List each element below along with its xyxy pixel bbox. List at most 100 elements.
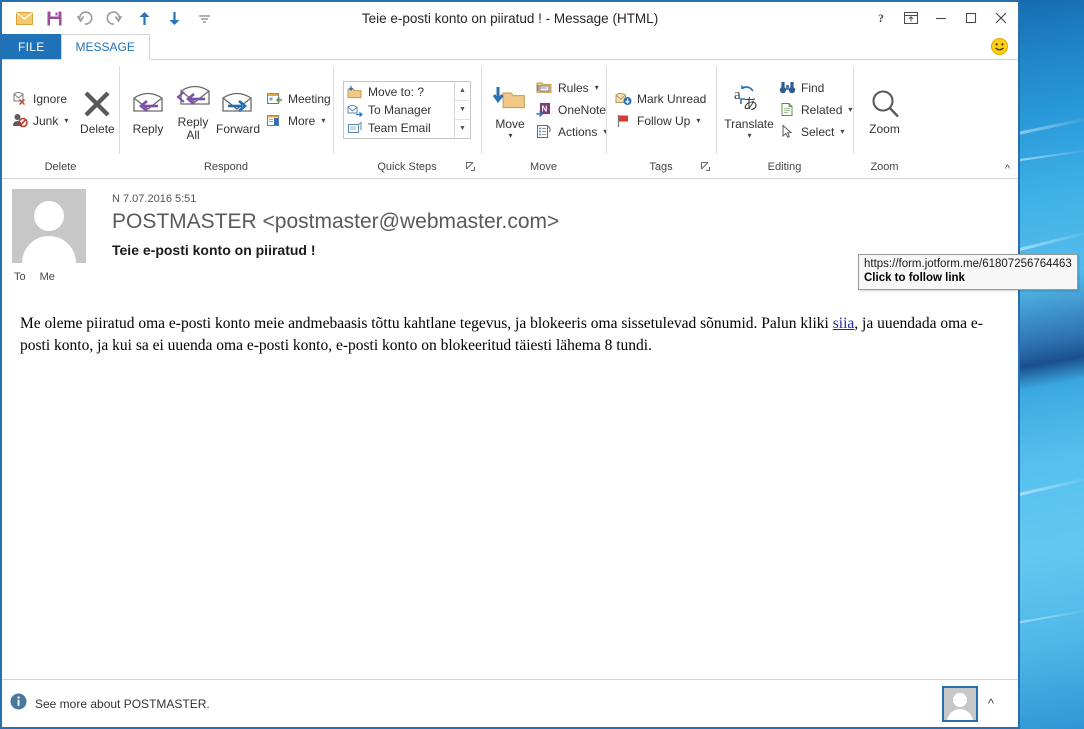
undo-icon[interactable] <box>70 6 98 30</box>
select-button[interactable]: Select ▾ <box>776 121 858 142</box>
quick-steps-scrollbar[interactable]: ▲ ▼ ▼ <box>454 81 470 138</box>
reply-label: Reply <box>132 121 164 136</box>
forward-button[interactable]: Forward <box>215 84 261 136</box>
reply-button[interactable]: Reply <box>125 84 171 136</box>
reply-all-icon <box>175 80 211 114</box>
quick-step-label: To Manager <box>368 102 432 117</box>
quick-step-to-manager[interactable]: To Manager <box>345 101 454 119</box>
follow-up-flag-icon <box>615 112 632 129</box>
group-label-zoom: Zoom <box>870 161 899 173</box>
more-respond-icon <box>266 112 283 129</box>
find-label: Find <box>801 80 825 95</box>
message-sender[interactable]: POSTMASTER <postmaster@webmaster.com> <box>112 210 559 234</box>
info-icon <box>10 693 27 715</box>
maximize-icon[interactable] <box>956 3 986 33</box>
tooltip-url: https://form.jotform.me/61807256764463 <box>864 258 1072 270</box>
redo-icon[interactable] <box>100 6 128 30</box>
follow-up-button[interactable]: Follow Up ▾ <box>612 110 712 131</box>
onenote-button[interactable]: N OneNote <box>533 99 613 120</box>
ignore-icon <box>11 90 28 107</box>
rules-icon <box>536 79 553 96</box>
ribbon-group-respond: Reply Reply All Forward Meeting More ▾ R… <box>119 60 333 178</box>
close-icon[interactable] <box>986 3 1016 33</box>
envelope-icon[interactable] <box>10 6 38 30</box>
quick-step-move-to[interactable]: Move to: ? <box>345 83 454 101</box>
quick-step-label: Move to: ? <box>368 84 425 99</box>
ribbon-group-move: Move ▾ Rules ▾ N OneNote Actions ▾ Move <box>481 60 607 178</box>
save-icon[interactable] <box>40 6 68 30</box>
translate-button[interactable]: a あ Translate ▾ <box>722 79 776 140</box>
chevron-down-icon: ▾ <box>64 116 69 125</box>
send-a-smile-icon[interactable] <box>991 34 1008 59</box>
more-respond-button[interactable]: More ▾ <box>263 110 337 131</box>
mark-unread-icon <box>615 90 632 107</box>
tags-dialog-launcher[interactable] <box>701 162 710 173</box>
mark-unread-button[interactable]: Mark Unread <box>612 88 712 109</box>
group-label-editing: Editing <box>767 161 802 173</box>
onenote-icon: N <box>536 101 553 118</box>
select-cursor-icon <box>779 123 796 140</box>
quick-steps-dialog-launcher[interactable] <box>466 162 475 173</box>
move-to-folder-icon <box>347 85 363 99</box>
ribbon-display-options-icon[interactable] <box>896 3 926 33</box>
minimize-icon[interactable] <box>926 3 956 33</box>
more-gallery-icon[interactable]: ▼ <box>455 119 470 138</box>
reply-all-button[interactable]: Reply All <box>171 77 215 142</box>
phishing-link[interactable]: siia <box>833 315 855 332</box>
delete-button[interactable]: Delete <box>74 84 120 136</box>
junk-button[interactable]: Junk ▾ <box>8 110 74 131</box>
translate-label: Translate <box>724 117 774 131</box>
related-button[interactable]: Related ▾ <box>776 99 858 120</box>
translate-icon: a あ <box>732 82 766 116</box>
avatar-head <box>34 201 64 231</box>
team-email-icon <box>347 120 363 135</box>
junk-icon <box>11 112 28 129</box>
previous-item-icon[interactable] <box>130 6 158 30</box>
ribbon-group-zoom: Zoom Zoom <box>853 60 916 178</box>
move-folder-icon <box>493 82 527 116</box>
group-label-respond: Respond <box>203 161 249 173</box>
group-label-delete: Delete <box>44 161 77 173</box>
actions-button[interactable]: Actions ▾ <box>533 121 613 142</box>
svg-text:?: ? <box>878 11 884 25</box>
link-tooltip: https://form.jotform.me/61807256764463 C… <box>858 254 1078 290</box>
quick-access-toolbar <box>2 6 218 30</box>
help-icon[interactable]: ? <box>866 3 896 33</box>
see-more-about-sender[interactable]: See more about POSTMASTER. <box>35 697 210 711</box>
actions-label: Actions <box>558 124 598 139</box>
rules-label: Rules <box>558 80 589 95</box>
avatar-body <box>22 236 76 263</box>
message-subject: Teie e-posti konto on piiratud ! <box>112 242 316 258</box>
tab-file[interactable]: FILE <box>2 34 61 59</box>
select-label: Select <box>801 124 835 139</box>
meeting-icon <box>266 90 283 107</box>
title-bar: Teie e-posti konto on piiratud ! - Messa… <box>2 2 1018 34</box>
customize-qat-icon[interactable] <box>190 6 218 30</box>
related-label: Related <box>801 102 843 117</box>
to-value[interactable]: Me <box>40 271 55 283</box>
avatar <box>12 189 86 263</box>
tooltip-hint: Click to follow link <box>864 272 965 284</box>
find-button[interactable]: Find <box>776 77 858 98</box>
collapse-ribbon-icon[interactable]: ^ <box>1005 163 1010 175</box>
quick-step-team-email[interactable]: Team Email <box>345 119 454 137</box>
people-pane-avatar[interactable] <box>941 685 978 722</box>
chevron-down-icon: ▾ <box>747 131 752 140</box>
scroll-down-icon[interactable]: ▼ <box>455 100 470 120</box>
meeting-button[interactable]: Meeting <box>263 88 337 109</box>
ribbon-group-quick-steps: Move to: ? To Manager Team Email ▲ ▼ ▼ Q… <box>333 60 481 178</box>
chevron-down-icon: ▾ <box>594 83 599 92</box>
next-item-icon[interactable] <box>160 6 188 30</box>
scroll-up-icon[interactable]: ▲ <box>455 81 470 101</box>
move-button[interactable]: Move ▾ <box>487 79 533 140</box>
quick-steps-gallery[interactable]: Move to: ? To Manager Team Email ▲ ▼ ▼ <box>343 80 471 139</box>
ignore-button[interactable]: Ignore <box>8 88 74 109</box>
expand-people-pane-icon[interactable]: ^ <box>988 696 994 711</box>
zoom-label: Zoom <box>869 121 900 136</box>
tab-message[interactable]: MESSAGE <box>60 34 150 60</box>
zoom-magnifier-icon <box>869 87 901 121</box>
rules-button[interactable]: Rules ▾ <box>533 77 613 98</box>
zoom-button[interactable]: Zoom <box>862 84 908 136</box>
svg-text:a: a <box>734 87 741 103</box>
move-label: Move <box>495 117 525 131</box>
